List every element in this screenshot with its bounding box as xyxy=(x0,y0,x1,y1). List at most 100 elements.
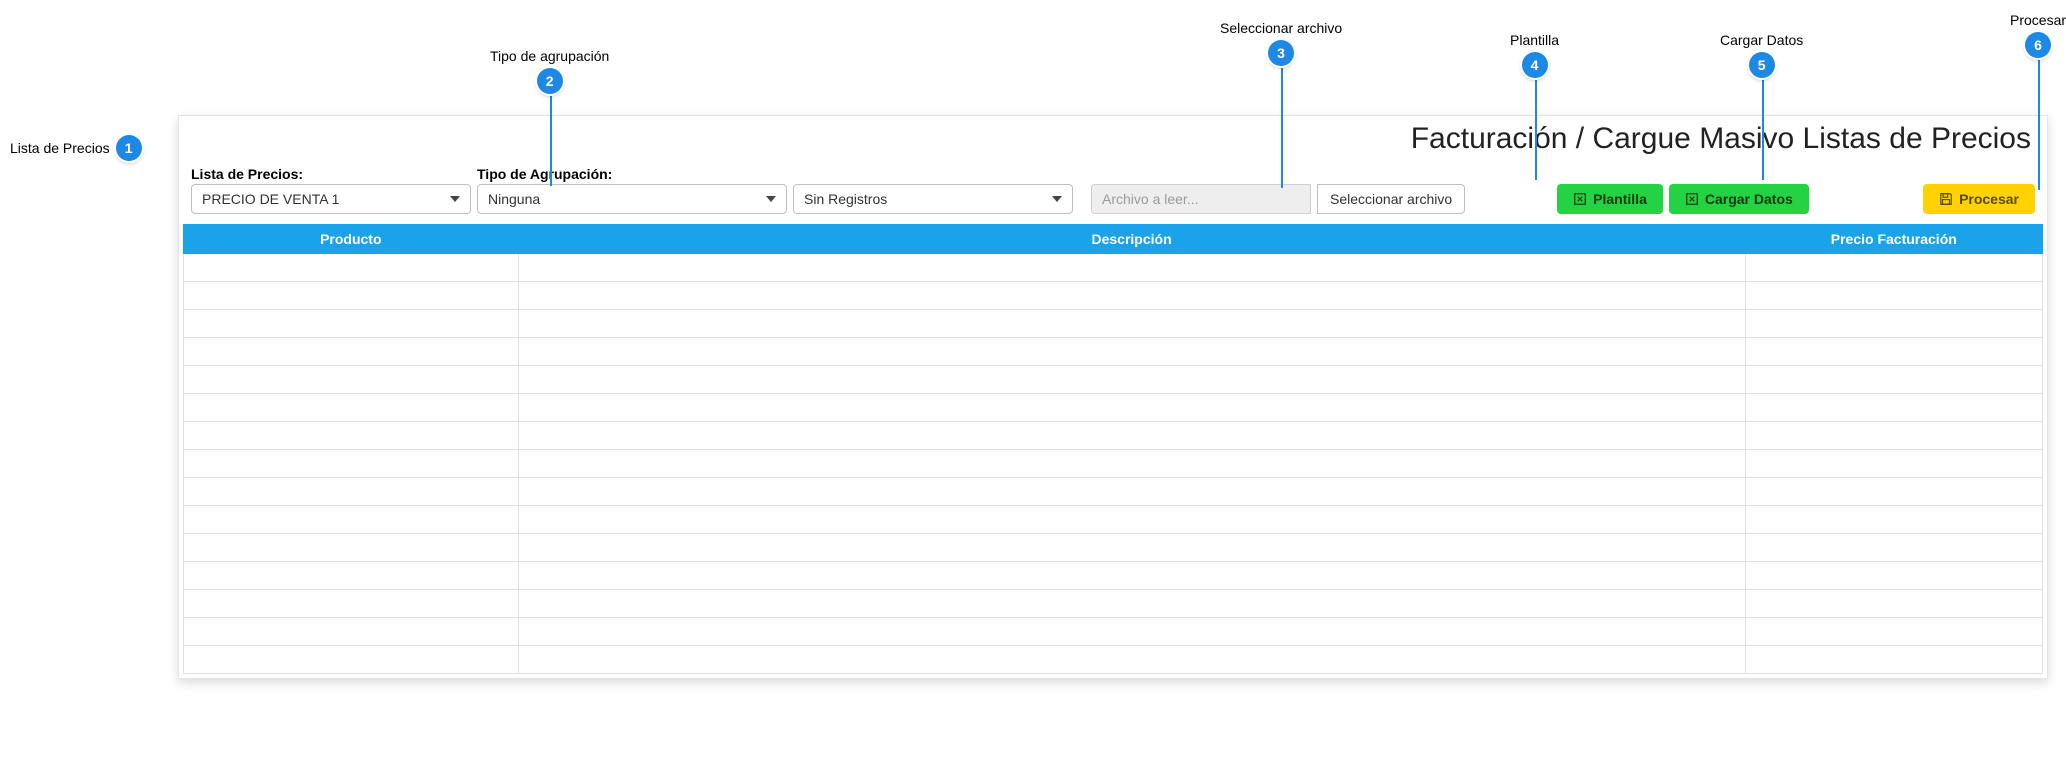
reg-select[interactable]: Sin Registros xyxy=(793,184,1073,214)
cell-producto[interactable] xyxy=(184,478,519,506)
cell-descripcion[interactable] xyxy=(518,394,1745,422)
excel-icon xyxy=(1573,192,1587,206)
callout-5-label: Cargar Datos xyxy=(1720,32,1803,48)
cell-producto[interactable] xyxy=(184,646,519,674)
cell-descripcion[interactable] xyxy=(518,282,1745,310)
callout-4-label: Plantilla xyxy=(1510,32,1559,48)
cell-precio[interactable] xyxy=(1745,450,2042,478)
table-row[interactable] xyxy=(184,282,2043,310)
cell-producto[interactable] xyxy=(184,618,519,646)
cargar-datos-button[interactable]: Cargar Datos xyxy=(1669,184,1809,214)
cell-descripcion[interactable] xyxy=(518,478,1745,506)
callout-3-label: Seleccionar archivo xyxy=(1220,20,1342,36)
cell-precio[interactable] xyxy=(1745,506,2042,534)
plantilla-button[interactable]: Plantilla xyxy=(1557,184,1663,214)
callout-1-badge: 1 xyxy=(116,135,142,161)
cell-descripcion[interactable] xyxy=(518,534,1745,562)
table-row[interactable] xyxy=(184,450,2043,478)
cell-producto[interactable] xyxy=(184,450,519,478)
cell-descripcion[interactable] xyxy=(518,590,1745,618)
callout-4-badge: 4 xyxy=(1522,52,1548,78)
cell-precio[interactable] xyxy=(1745,338,2042,366)
page-title: Facturación / Cargue Masivo Listas de Pr… xyxy=(179,116,2047,166)
callout-6: Procesar 6 xyxy=(2010,12,2066,58)
data-grid: Producto Descripción Precio Facturación xyxy=(183,224,2043,674)
cell-producto[interactable] xyxy=(184,394,519,422)
cell-precio[interactable] xyxy=(1745,618,2042,646)
table-row[interactable] xyxy=(184,478,2043,506)
table-row[interactable] xyxy=(184,618,2043,646)
col-descripcion-header: Descripción xyxy=(518,225,1745,254)
cell-precio[interactable] xyxy=(1745,366,2042,394)
cell-precio[interactable] xyxy=(1745,646,2042,674)
cell-producto[interactable] xyxy=(184,282,519,310)
cell-producto[interactable] xyxy=(184,506,519,534)
cell-precio[interactable] xyxy=(1745,590,2042,618)
cell-producto[interactable] xyxy=(184,590,519,618)
table-row[interactable] xyxy=(184,394,2043,422)
filter-reg-group: Sin Registros xyxy=(793,184,1073,214)
callout-5: Cargar Datos 5 xyxy=(1720,32,1803,78)
grid-header-row: Producto Descripción Precio Facturación xyxy=(184,225,2043,254)
table-row[interactable] xyxy=(184,646,2043,674)
table-row[interactable] xyxy=(184,338,2043,366)
precio-select[interactable]: PRECIO DE VENTA 1 xyxy=(191,184,471,214)
procesar-button[interactable]: Procesar xyxy=(1923,184,2035,214)
main-panel: Facturación / Cargue Masivo Listas de Pr… xyxy=(178,115,2048,679)
agrup-label: Tipo de Agrupación: xyxy=(477,166,787,182)
table-row[interactable] xyxy=(184,506,2043,534)
table-row[interactable] xyxy=(184,534,2043,562)
filter-precio-group: Lista de Precios: PRECIO DE VENTA 1 xyxy=(191,166,471,214)
callout-4: Plantilla 4 xyxy=(1510,32,1559,78)
callout-6-label: Procesar xyxy=(2010,12,2066,28)
callout-6-badge: 6 xyxy=(2025,32,2051,58)
filter-row: Lista de Precios: PRECIO DE VENTA 1 Tipo… xyxy=(179,166,2047,220)
cell-producto[interactable] xyxy=(184,562,519,590)
cell-descripcion[interactable] xyxy=(518,310,1745,338)
cell-producto[interactable] xyxy=(184,310,519,338)
callout-2-badge: 2 xyxy=(537,68,563,94)
cell-descripcion[interactable] xyxy=(518,366,1745,394)
cell-producto[interactable] xyxy=(184,422,519,450)
cell-descripcion[interactable] xyxy=(518,254,1745,282)
cell-precio[interactable] xyxy=(1745,282,2042,310)
cell-descripcion[interactable] xyxy=(518,338,1745,366)
filter-agrup-group: Tipo de Agrupación: Ninguna xyxy=(477,166,787,214)
cell-descripcion[interactable] xyxy=(518,450,1745,478)
cell-precio[interactable] xyxy=(1745,310,2042,338)
agrup-select[interactable]: Ninguna xyxy=(477,184,787,214)
cell-precio[interactable] xyxy=(1745,254,2042,282)
select-file-button[interactable]: Seleccionar archivo xyxy=(1317,184,1465,214)
callout-3: Seleccionar archivo 3 xyxy=(1220,20,1342,66)
table-row[interactable] xyxy=(184,590,2043,618)
table-row[interactable] xyxy=(184,310,2043,338)
cell-precio[interactable] xyxy=(1745,394,2042,422)
cell-precio[interactable] xyxy=(1745,478,2042,506)
callout-3-badge: 3 xyxy=(1268,40,1294,66)
plantilla-button-label: Plantilla xyxy=(1593,191,1647,207)
cell-producto[interactable] xyxy=(184,366,519,394)
cell-precio[interactable] xyxy=(1745,422,2042,450)
procesar-button-label: Procesar xyxy=(1959,191,2019,207)
cargar-datos-button-label: Cargar Datos xyxy=(1705,191,1793,207)
cell-descripcion[interactable] xyxy=(518,506,1745,534)
table-row[interactable] xyxy=(184,562,2043,590)
excel-icon xyxy=(1685,192,1699,206)
cell-producto[interactable] xyxy=(184,254,519,282)
file-display: Archivo a leer... xyxy=(1091,184,1311,214)
cell-descripcion[interactable] xyxy=(518,562,1745,590)
precio-label: Lista de Precios: xyxy=(191,166,471,182)
callout-5-badge: 5 xyxy=(1749,52,1775,78)
table-row[interactable] xyxy=(184,422,2043,450)
table-row[interactable] xyxy=(184,366,2043,394)
callout-1: Lista de Precios 1 xyxy=(10,135,142,161)
cell-producto[interactable] xyxy=(184,338,519,366)
cell-descripcion[interactable] xyxy=(518,422,1745,450)
cell-descripcion[interactable] xyxy=(518,646,1745,674)
cell-descripcion[interactable] xyxy=(518,618,1745,646)
cell-precio[interactable] xyxy=(1745,562,2042,590)
cell-precio[interactable] xyxy=(1745,534,2042,562)
table-row[interactable] xyxy=(184,254,2043,282)
save-icon xyxy=(1939,192,1953,206)
cell-producto[interactable] xyxy=(184,534,519,562)
